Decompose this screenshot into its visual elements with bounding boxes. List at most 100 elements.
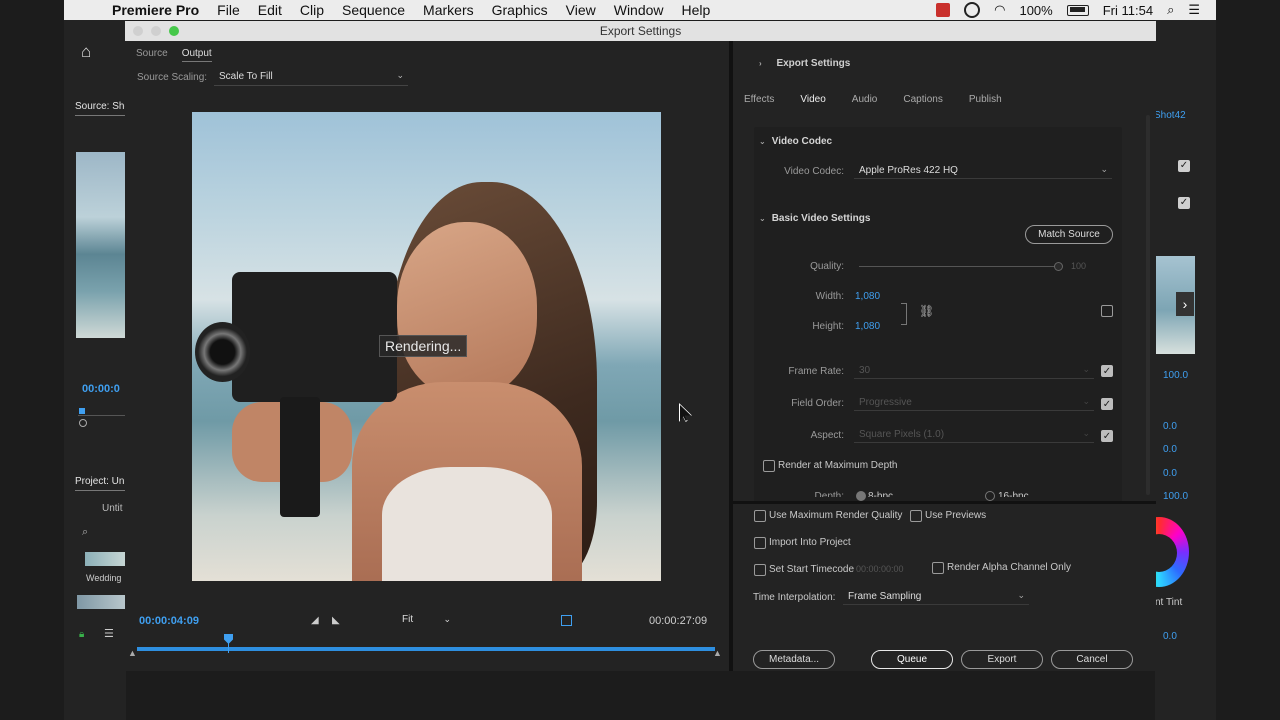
param-value[interactable]: 0.0	[1163, 468, 1177, 479]
export-settings-header[interactable]: › Export Settings	[759, 58, 850, 69]
time-interpolation-dropdown[interactable]: Frame Sampling ⌄	[843, 589, 1029, 605]
dialog-titlebar[interactable]: Export Settings	[125, 21, 1156, 41]
cancel-button[interactable]: Cancel	[1051, 650, 1133, 669]
max-render-quality-checkbox[interactable]	[754, 510, 766, 522]
use-previews-checkbox[interactable]	[910, 510, 922, 522]
zoom-fit-dropdown[interactable]: Fit ⌄	[398, 613, 454, 628]
field-order-match-checkbox[interactable]: ✓	[1101, 398, 1113, 410]
start-timecode-value[interactable]: 00:00:00:00	[856, 564, 904, 574]
wifi-icon[interactable]: ◠	[994, 2, 1005, 18]
current-timecode[interactable]: 00:00:04:09	[139, 615, 199, 627]
lock-icon[interactable]: 🔒︎	[79, 629, 84, 640]
video-codec-section-header[interactable]: ⌄ Video Codec	[759, 136, 832, 147]
param-value[interactable]: 0.0	[1163, 444, 1177, 455]
menu-help[interactable]: Help	[673, 2, 720, 18]
close-icon[interactable]	[133, 26, 143, 36]
aspect-ratio-correction-icon[interactable]	[561, 615, 572, 626]
aspect-match-checkbox[interactable]: ✓	[1101, 430, 1113, 442]
effect-toggle-checkbox[interactable]: ✓	[1178, 160, 1190, 172]
render-max-depth-label: Render at Maximum Depth	[778, 460, 898, 471]
tab-output[interactable]: Output	[181, 48, 212, 62]
source-timecode[interactable]: 00:00:0	[82, 383, 120, 395]
quality-value[interactable]: 100	[1071, 261, 1086, 271]
time-interpolation-value: Frame Sampling	[848, 591, 922, 602]
param-value[interactable]: 100.0	[1163, 370, 1188, 381]
source-range-bar[interactable]	[137, 647, 715, 651]
menu-graphics[interactable]: Graphics	[483, 2, 557, 18]
param-value[interactable]: 0.0	[1163, 421, 1177, 432]
chevron-down-icon: ⌄	[396, 70, 404, 80]
quality-slider[interactable]	[859, 266, 1059, 267]
export-button[interactable]: Export	[961, 650, 1043, 669]
height-value[interactable]: 1,080	[855, 321, 880, 332]
param-value[interactable]: 0.0	[1163, 631, 1177, 642]
aspect-dropdown[interactable]: Square Pixels (1.0) ⌄	[854, 427, 1094, 443]
tab-effects[interactable]: Effects	[744, 94, 774, 105]
menu-window[interactable]: Window	[605, 2, 673, 18]
pane-divider[interactable]	[729, 41, 733, 671]
depth-16bpc-radio[interactable]	[985, 491, 995, 501]
dimension-match-checkbox[interactable]	[1101, 305, 1113, 317]
start-timecode-checkbox[interactable]	[754, 564, 766, 576]
source-scaling-dropdown[interactable]: Scale To Fill ⌄	[214, 69, 408, 86]
spotlight-search-icon[interactable]: ⌕	[1167, 2, 1174, 18]
match-source-button[interactable]: Match Source	[1025, 225, 1113, 244]
creative-cloud-icon[interactable]	[964, 2, 981, 18]
import-into-project-checkbox[interactable]	[754, 537, 766, 549]
menubar-clock[interactable]: Fri 11:54	[1103, 3, 1153, 18]
metadata-button[interactable]: Metadata...	[753, 650, 835, 669]
effect-controls-clip-name[interactable]: Shot42	[1154, 110, 1186, 121]
mark-in-icon[interactable]: ◢	[311, 615, 319, 626]
menu-clip[interactable]: Clip	[291, 2, 333, 18]
source-panel-tab[interactable]: Source: Sho	[75, 101, 130, 112]
project-panel-tab[interactable]: Project: Un	[75, 476, 124, 487]
project-search-icon[interactable]: ⌕	[82, 526, 88, 539]
unlink-chain-icon[interactable]: ⛓︎	[919, 304, 934, 318]
frame-rate-match-checkbox[interactable]: ✓	[1101, 365, 1113, 377]
param-value[interactable]: 100.0	[1163, 491, 1188, 502]
playhead-icon[interactable]	[224, 634, 233, 644]
zoom-icon[interactable]	[169, 26, 179, 36]
video-codec-dropdown[interactable]: Apple ProRes 422 HQ ⌄	[854, 163, 1112, 179]
notification-center-icon[interactable]: ☰	[1188, 2, 1200, 18]
source-playhead-icon[interactable]	[79, 408, 85, 414]
bin-item-thumbnail[interactable]	[77, 595, 126, 609]
menu-markers[interactable]: Markers	[414, 2, 483, 18]
source-zoom-handle[interactable]	[79, 419, 87, 427]
queue-button[interactable]: Queue	[871, 650, 953, 669]
menu-file[interactable]: File	[208, 2, 249, 18]
in-point-handle[interactable]: ▲	[128, 648, 137, 658]
field-order-dropdown[interactable]: Progressive ⌄	[854, 395, 1094, 411]
chevron-right-icon[interactable]: ›	[1176, 292, 1194, 316]
width-value[interactable]: 1,080	[855, 291, 880, 302]
tab-audio[interactable]: Audio	[852, 94, 878, 105]
tab-publish[interactable]: Publish	[969, 94, 1002, 105]
adobe-status-icon[interactable]	[936, 3, 951, 17]
depth-8bpc-radio[interactable]	[856, 491, 866, 501]
chevron-down-icon: ⌄	[1082, 364, 1090, 374]
bin-item-thumbnail[interactable]	[85, 552, 126, 566]
tab-source[interactable]: Source	[136, 48, 168, 62]
menu-edit[interactable]: Edit	[249, 2, 291, 18]
battery-icon[interactable]	[1066, 4, 1089, 16]
tab-captions[interactable]: Captions	[903, 94, 942, 105]
minimize-icon[interactable]	[151, 26, 161, 36]
menu-sequence[interactable]: Sequence	[333, 2, 414, 18]
home-icon[interactable]: ⌂	[81, 43, 99, 60]
frame-rate-dropdown[interactable]: 30 ⌄	[854, 363, 1094, 379]
basic-video-section-header[interactable]: ⌄ Basic Video Settings	[759, 213, 870, 224]
effect-toggle-checkbox[interactable]: ✓	[1178, 197, 1190, 209]
render-alpha-checkbox[interactable]	[932, 562, 944, 574]
render-max-depth-checkbox[interactable]	[763, 460, 775, 472]
menu-app-name[interactable]: Premiere Pro	[98, 2, 208, 18]
frame-rate-label: Frame Rate:	[788, 366, 844, 377]
settings-scrollbar[interactable]	[1146, 115, 1150, 495]
mark-out-icon[interactable]: ◣	[332, 615, 340, 626]
source-scrub-bar[interactable]	[78, 415, 126, 416]
output-preview-frame[interactable]: Rendering...	[192, 112, 661, 581]
quality-slider-handle[interactable]	[1054, 262, 1063, 271]
out-point-handle[interactable]: ▲	[713, 648, 722, 658]
tab-video[interactable]: Video	[800, 94, 825, 105]
list-view-icon[interactable]: ☰	[104, 627, 114, 640]
menu-view[interactable]: View	[557, 2, 605, 18]
